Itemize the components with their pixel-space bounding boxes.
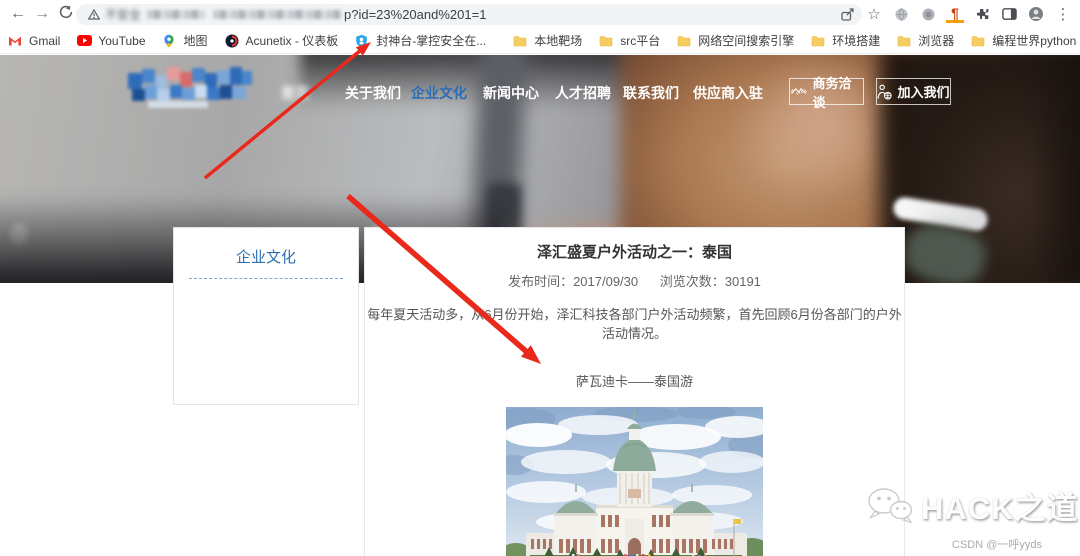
bookmark-youtube[interactable]: YouTube	[77, 34, 145, 48]
bookmark-label: Gmail	[29, 34, 60, 48]
forward-icon[interactable]: →	[30, 5, 54, 23]
bookmark-gmail[interactable]: Gmail	[8, 34, 60, 48]
extensions-puzzle-icon[interactable]	[973, 5, 991, 23]
bookmark-label: 环境搭建	[832, 32, 880, 49]
sidebar-dashed-divider	[189, 278, 343, 279]
folder-icon	[971, 34, 986, 48]
screenshot-root: 首页 关于我们 企业文化 新闻中心 人才招聘 联系我们 供应商入驻 商务洽谈	[0, 0, 1080, 556]
bookmark-label: 本地靶场	[534, 32, 582, 49]
bookmark-label: src平台	[620, 32, 660, 49]
article-published: 发布时间：2017/09/30	[508, 274, 638, 289]
article-views: 浏览次数：30191	[660, 274, 761, 289]
watermark-brand: HACK之道	[921, 483, 1079, 528]
nav-item-recruit[interactable]: 人才招聘	[555, 83, 611, 103]
handshake-icon	[790, 85, 807, 99]
csdn-credit: CSDN @一呼yyds	[952, 536, 1042, 552]
browser-toolbar: ← → 不安全 p?id=23%20and%201=1 ☆	[0, 0, 1080, 28]
url-redacted-segment	[147, 10, 205, 19]
reload-icon[interactable]	[54, 5, 78, 24]
youtube-icon	[77, 34, 92, 48]
bookmark-folder-browser[interactable]: 浏览器	[897, 32, 954, 49]
nav-item-culture[interactable]: 企业文化	[411, 83, 467, 103]
bookmark-label: YouTube	[98, 34, 145, 48]
article-card: 泽汇盛夏户外活动之一：泰国 发布时间：2017/09/30 浏览次数：30191…	[364, 227, 905, 556]
hackbar-icon[interactable]: ¶	[946, 6, 964, 23]
bookmark-label: 编程世界python	[992, 32, 1076, 49]
url-query-text: p?id=23%20and%201=1	[344, 7, 486, 22]
sidebar-card: 企业文化	[173, 227, 359, 405]
watermark: HACK之道	[866, 483, 1079, 528]
bookmark-label: 地图	[184, 32, 208, 49]
folder-icon	[677, 34, 692, 48]
bookmark-label: 网络空间搜索引擎	[698, 32, 794, 49]
sidebar-item-culture[interactable]: 企业文化	[174, 246, 358, 267]
article-subtitle: 萨瓦迪卡——泰国游	[365, 371, 904, 390]
shield-icon	[355, 34, 370, 48]
bookmark-folder-env[interactable]: 环境搭建	[811, 32, 880, 49]
browser-chrome: ← → 不安全 p?id=23%20and%201=1 ☆	[0, 0, 1080, 55]
browser-menu-icon[interactable]: ⋮	[1054, 5, 1072, 23]
extension-globe-icon[interactable]	[892, 5, 910, 23]
bookmark-acunetix[interactable]: Acunetix - 仪表板	[225, 32, 339, 49]
folder-icon	[811, 34, 826, 48]
nav-item-home-blurred[interactable]: 首页	[281, 83, 309, 103]
bookmark-label: 浏览器	[918, 32, 954, 49]
acunetix-icon	[225, 34, 240, 48]
nav-item-contact[interactable]: 联系我们	[623, 83, 679, 103]
nav-item-about[interactable]: 关于我们	[345, 83, 401, 103]
bookmark-label: Acunetix - 仪表板	[246, 32, 339, 49]
profile-avatar-icon[interactable]	[1027, 5, 1045, 23]
folder-icon	[599, 34, 614, 48]
folder-icon	[513, 34, 528, 48]
wechat-icon	[866, 486, 914, 526]
maps-pin-icon	[163, 34, 178, 48]
bookmark-fengshentai[interactable]: 封神台-掌控安全在...	[355, 32, 486, 49]
join-us-label: 加入我们	[897, 82, 949, 101]
side-panel-icon[interactable]	[1000, 5, 1018, 23]
bookmark-folder-local-range[interactable]: 本地靶场	[513, 32, 582, 49]
thailand-palace-photo	[506, 407, 763, 556]
nav-item-supplier[interactable]: 供应商入驻	[693, 83, 763, 103]
business-talk-label: 商务洽谈	[812, 73, 863, 111]
extension-circle-icon[interactable]	[919, 5, 937, 23]
not-secure-label-blurred: 不安全	[105, 6, 141, 23]
url-bar[interactable]: 不安全 p?id=23%20and%201=1	[76, 4, 862, 25]
article-title: 泽汇盛夏户外活动之一：泰国	[365, 241, 904, 262]
nav-item-news[interactable]: 新闻中心	[483, 83, 539, 103]
bookmark-star-icon[interactable]: ☆	[865, 5, 883, 23]
bookmark-folder-python[interactable]: 编程世界python	[971, 32, 1076, 49]
bookmark-folder-search-engines[interactable]: 网络空间搜索引擎	[677, 32, 794, 49]
person-globe-icon	[877, 84, 892, 100]
bookmarks-bar: Gmail YouTube 地图 Acunetix - 仪表板 封神台-掌控安全…	[0, 28, 1080, 54]
back-icon[interactable]: ←	[6, 5, 30, 23]
join-us-button[interactable]: 加入我们	[876, 78, 951, 105]
gmail-icon	[8, 34, 23, 48]
folder-icon	[897, 34, 912, 48]
bookmark-maps[interactable]: 地图	[163, 32, 208, 49]
bookmark-folder-src[interactable]: src平台	[599, 32, 660, 49]
article-body: 每年夏天活动多，从6月份开始，泽汇科技各部门户外活动频繁，首先回顾6月份各部门的…	[365, 304, 904, 342]
not-secure-icon	[88, 9, 100, 20]
article-meta: 发布时间：2017/09/30 浏览次数：30191	[365, 271, 904, 290]
toolbar-icon-group: ☆ ¶ ⋮	[838, 0, 1072, 28]
share-icon[interactable]	[838, 5, 856, 23]
url-redacted-domain	[213, 10, 341, 19]
bookmark-label: 封神台-掌控安全在...	[376, 32, 486, 49]
business-talk-button[interactable]: 商务洽谈	[789, 78, 864, 105]
